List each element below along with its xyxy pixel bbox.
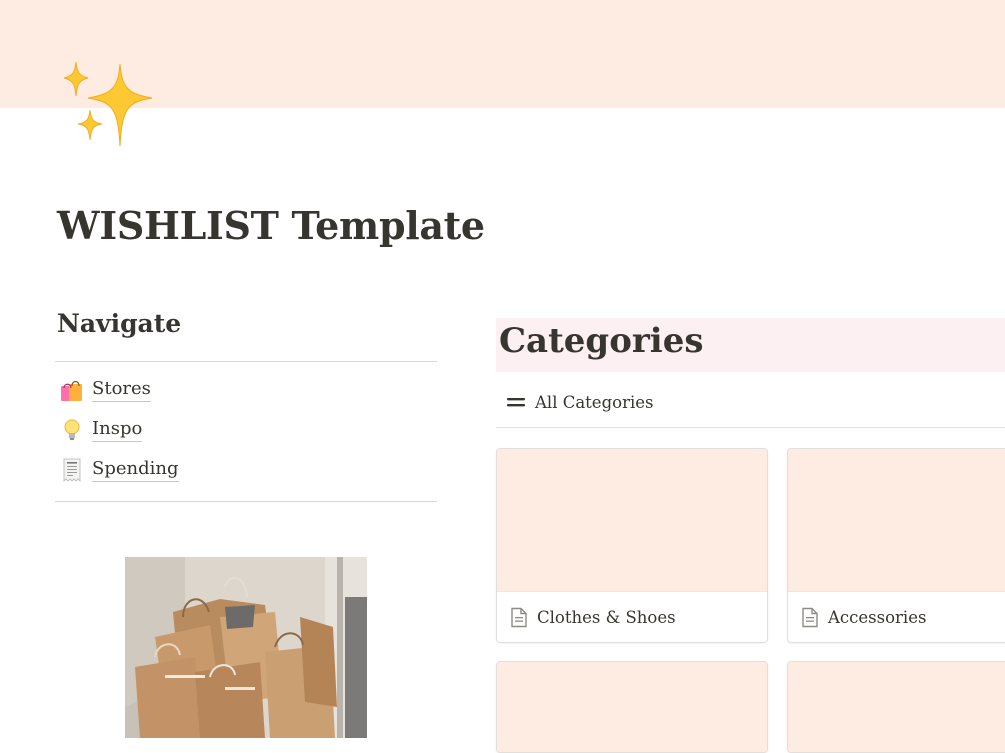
view-tab-label: All Categories: [535, 392, 654, 412]
gallery-card-clothes-shoes[interactable]: Clothes & Shoes: [496, 448, 768, 643]
document-icon: [802, 607, 818, 627]
divider: [55, 501, 437, 502]
card-cover: [497, 449, 767, 592]
list-icon: [507, 398, 525, 407]
card-cover: [497, 662, 767, 752]
view-tab-all-categories[interactable]: All Categories: [505, 388, 653, 416]
gallery-card[interactable]: [496, 661, 768, 753]
receipt-icon: [63, 458, 81, 482]
card-cover: [788, 449, 1005, 592]
nav-link-label: Stores: [92, 378, 151, 402]
nav-link-inspo[interactable]: Inspo: [59, 415, 143, 445]
nav-link-spending[interactable]: Spending: [59, 455, 179, 485]
card-label: Clothes & Shoes: [537, 607, 676, 627]
card-label: Accessories: [828, 607, 927, 627]
navigate-heading: Navigate: [57, 309, 182, 338]
light-bulb-icon: [64, 419, 80, 440]
categories-heading: Categories: [499, 321, 704, 361]
nav-link-stores[interactable]: Stores: [59, 375, 151, 405]
card-title: Accessories: [788, 592, 1005, 642]
page-title: WISHLIST Template: [57, 203, 485, 248]
card-title: Clothes & Shoes: [497, 592, 767, 642]
gallery-card-accessories[interactable]: Accessories: [787, 448, 1005, 643]
document-icon: [511, 607, 527, 627]
divider: [55, 361, 437, 362]
nav-link-label: Inspo: [92, 418, 143, 442]
nav-link-label: Spending: [92, 458, 179, 482]
card-cover: [788, 662, 1005, 752]
shopping-bags-photo[interactable]: [125, 557, 367, 738]
gallery-card[interactable]: [787, 661, 1005, 753]
shopping-bags-icon: [61, 380, 82, 401]
sparkles-icon[interactable]: [58, 58, 158, 152]
divider: [496, 427, 1005, 428]
